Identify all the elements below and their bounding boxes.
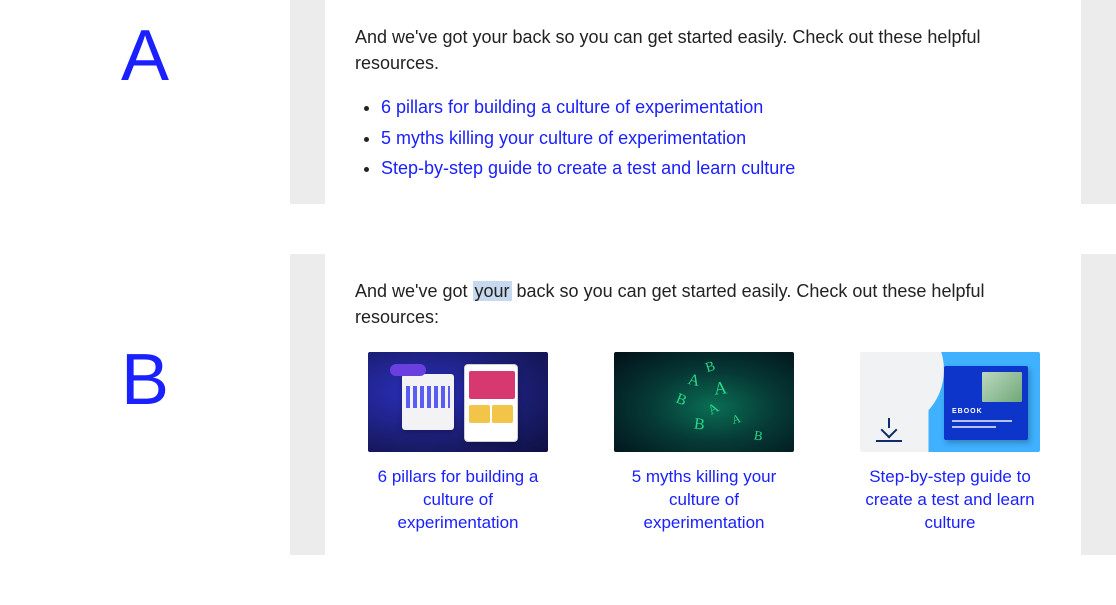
list-item: 6 pillars for building a culture of expe… xyxy=(381,92,1053,123)
list-item: 5 myths killing your culture of experime… xyxy=(381,123,1053,154)
resource-list: 6 pillars for building a culture of expe… xyxy=(381,92,1053,184)
resource-link[interactable]: 5 myths killing your culture of experime… xyxy=(614,466,794,535)
mock-phone-icon xyxy=(464,364,518,442)
resource-card: B A A B A B A B 5 myths killing your cul… xyxy=(601,352,807,535)
variant-a-panel-wrap: And we've got your back so you can get s… xyxy=(290,0,1116,204)
intro-text-b-pre: And we've got xyxy=(355,281,473,301)
variant-b-panel: And we've got your back so you can get s… xyxy=(325,254,1081,555)
right-gutter xyxy=(1081,254,1116,555)
decorative-glyph: A xyxy=(686,371,701,391)
variant-a-panel: And we've got your back so you can get s… xyxy=(325,0,1081,204)
decorative-glyph: A xyxy=(730,411,742,428)
intro-text-b: And we've got your back so you can get s… xyxy=(355,278,1053,330)
variant-b-label: B xyxy=(121,344,169,416)
resource-card: EBOOK Step-by-step guide to create a tes… xyxy=(847,352,1053,535)
download-icon xyxy=(880,418,898,436)
intro-text-a: And we've got your back so you can get s… xyxy=(355,24,1053,76)
decorative-glyph: A xyxy=(713,378,728,400)
variant-a-label-col: A xyxy=(0,0,290,92)
resource-link[interactable]: 6 pillars for building a culture of expe… xyxy=(368,466,548,535)
decorative-glyph: B xyxy=(704,359,718,377)
right-gutter xyxy=(1081,0,1116,204)
card-thumbnail[interactable]: EBOOK xyxy=(860,352,1040,452)
variant-b-row: B And we've got your back so you can get… xyxy=(0,254,1116,555)
ebook-tag: EBOOK xyxy=(952,408,983,415)
card-thumbnail[interactable]: B A A B A B A B xyxy=(614,352,794,452)
left-gutter xyxy=(290,0,325,204)
variant-b-panel-wrap: And we've got your back so you can get s… xyxy=(290,254,1116,555)
variant-a-row: A And we've got your back so you can get… xyxy=(0,0,1116,204)
ebook-cover-icon: EBOOK xyxy=(944,366,1028,440)
decorative-glyph: B xyxy=(753,428,764,445)
resource-cards: 6 pillars for building a culture of expe… xyxy=(355,352,1053,535)
decorative-arc xyxy=(860,352,944,430)
decorative-glyph: B xyxy=(693,416,706,435)
resource-link[interactable]: 5 myths killing your culture of experime… xyxy=(381,128,746,148)
resource-link[interactable]: Step-by-step guide to create a test and … xyxy=(860,466,1040,535)
decorative-glyph: B xyxy=(673,391,689,411)
download-icon-line xyxy=(876,440,902,442)
resource-link[interactable]: Step-by-step guide to create a test and … xyxy=(381,158,795,178)
resource-card: 6 pillars for building a culture of expe… xyxy=(355,352,561,535)
variant-b-label-col: B xyxy=(0,254,290,416)
list-item: Step-by-step guide to create a test and … xyxy=(381,153,1053,184)
card-thumbnail[interactable] xyxy=(368,352,548,452)
mock-chart-icon xyxy=(402,374,454,430)
intro-highlight: your xyxy=(473,281,512,301)
left-gutter xyxy=(290,254,325,555)
resource-link[interactable]: 6 pillars for building a culture of expe… xyxy=(381,97,763,117)
variant-a-label: A xyxy=(121,20,169,92)
decorative-glyph: A xyxy=(706,401,723,420)
